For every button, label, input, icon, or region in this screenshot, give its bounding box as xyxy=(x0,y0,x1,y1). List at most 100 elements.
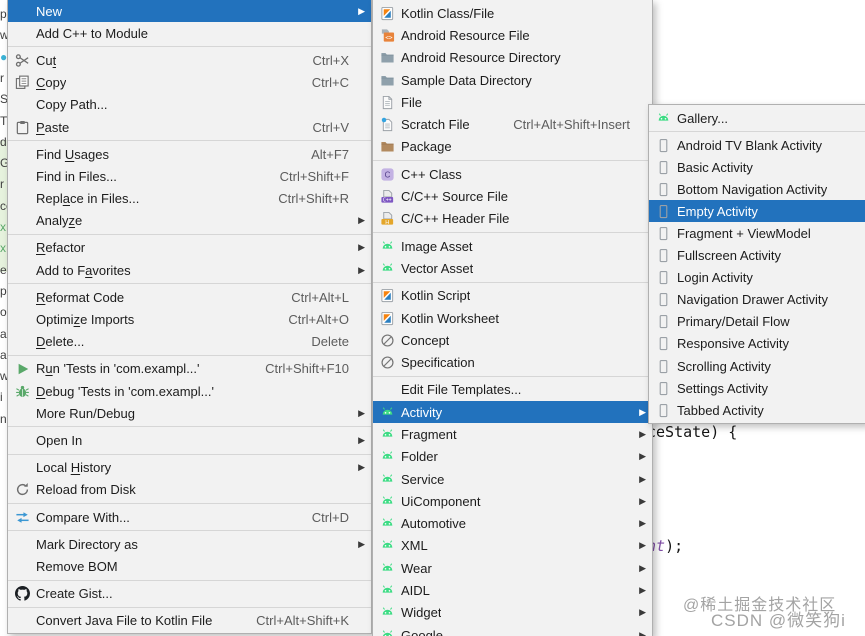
menu-item-run-tests-in-com-exampl[interactable]: Run 'Tests in 'com.exampl...' Ctrl+Shift+… xyxy=(8,358,371,380)
menu-item-debug-tests-in-com-exampl[interactable]: Debug 'Tests in 'com.exampl...' xyxy=(8,380,371,402)
menu-item-optimize-imports[interactable]: Optimize Imports Ctrl+Alt+O xyxy=(8,308,371,330)
menu-item-refactor[interactable]: Refactor ▶ xyxy=(8,237,371,259)
menu-item-google[interactable]: Google ▶ xyxy=(373,624,652,636)
menu-item-local-history[interactable]: Local History ▶ xyxy=(8,457,371,479)
menu-item-cut[interactable]: Cut Ctrl+X xyxy=(8,49,371,71)
menu-item-label: AIDL xyxy=(401,583,430,599)
activity-tpl-icon xyxy=(655,226,672,242)
menu-item-remove-bom[interactable]: Remove BOM xyxy=(8,555,371,577)
menu-item-compare-with[interactable]: Compare With... Ctrl+D xyxy=(8,506,371,528)
menu-item-add-to-favorites[interactable]: Add to Favorites ▶ xyxy=(8,259,371,281)
android-icon xyxy=(379,238,396,254)
menu-item-kotlin-worksheet[interactable]: Kotlin Worksheet xyxy=(373,307,652,329)
menu-item-fragment[interactable]: Fragment ▶ xyxy=(373,423,652,445)
menu-item-label: Wear xyxy=(401,560,432,576)
menu-item-shortcut: Ctrl+Alt+L xyxy=(291,289,349,305)
submenu-arrow-icon: ▶ xyxy=(358,5,365,16)
menu-item-find-usages[interactable]: Find Usages Alt+F7 xyxy=(8,143,371,165)
menu-item-label: Android Resource File xyxy=(401,27,530,43)
menu-item-reload-from-disk[interactable]: Reload from Disk xyxy=(8,479,371,501)
menu-separator xyxy=(373,231,652,233)
menu-item-gallery[interactable]: Gallery... xyxy=(649,107,865,129)
menu-item-package[interactable]: Package xyxy=(373,136,652,158)
activity-tpl-icon xyxy=(655,314,672,330)
menu-separator xyxy=(649,131,865,133)
menu-item-navigation-drawer-activity[interactable]: Navigation Drawer Activity xyxy=(649,289,865,311)
menu-item-concept[interactable]: Concept xyxy=(373,329,652,351)
menu-item-settings-activity[interactable]: Settings Activity xyxy=(649,377,865,399)
menu-item-copy-path[interactable]: Copy Path... xyxy=(8,94,371,116)
menu-item-bottom-navigation-activity[interactable]: Bottom Navigation Activity xyxy=(649,178,865,200)
menu-item-find-in-files[interactable]: Find in Files... Ctrl+Shift+F xyxy=(8,165,371,187)
menu-item-delete[interactable]: Delete... Delete xyxy=(8,331,371,353)
menu-item-open-in[interactable]: Open In ▶ xyxy=(8,429,371,451)
menu-separator xyxy=(8,530,371,532)
cut-icon xyxy=(14,52,31,68)
menu-item-more-run-debug[interactable]: More Run/Debug ▶ xyxy=(8,402,371,424)
menu-item-service[interactable]: Service ▶ xyxy=(373,468,652,490)
menu-item-basic-activity[interactable]: Basic Activity xyxy=(649,156,865,178)
reload-icon xyxy=(14,482,31,498)
menu-item-analyze[interactable]: Analyze ▶ xyxy=(8,210,371,232)
menu-item-responsive-activity[interactable]: Responsive Activity xyxy=(649,333,865,355)
menu-item-new[interactable]: New ▶ xyxy=(8,0,371,23)
menu-item-wear[interactable]: Wear ▶ xyxy=(373,557,652,579)
menu-item-label: Compare With... xyxy=(36,509,130,525)
menu-item-c-class[interactable]: C C++ Class xyxy=(373,163,652,185)
menu-item-image-asset[interactable]: Image Asset xyxy=(373,235,652,257)
menu-item-add-c-to-module[interactable]: Add C++ to Module xyxy=(8,22,371,44)
menu-item-android-tv-blank-activity[interactable]: Android TV Blank Activity xyxy=(649,134,865,156)
submenu-arrow-icon: ▶ xyxy=(639,607,646,618)
debug-icon xyxy=(14,383,31,399)
menu-item-label: Run 'Tests in 'com.exampl...' xyxy=(36,361,200,377)
menu-item-replace-in-files[interactable]: Replace in Files... Ctrl+Shift+R xyxy=(8,188,371,210)
file-icon xyxy=(379,94,396,110)
android-res-icon: <> xyxy=(379,27,396,43)
menu-item-label: Find in Files... xyxy=(36,168,117,184)
menu-item-kotlin-script[interactable]: Kotlin Script xyxy=(373,285,652,307)
submenu-arrow-icon: ▶ xyxy=(639,473,646,484)
menu-item-create-gist[interactable]: Create Gist... xyxy=(8,583,371,605)
menu-item-c-c-source-file[interactable]: C++ C/C++ Source File xyxy=(373,185,652,207)
menu-item-copy[interactable]: Copy Ctrl+C xyxy=(8,72,371,94)
menu-item-xml[interactable]: XML ▶ xyxy=(373,535,652,557)
menu-item-c-c-header-file[interactable]: H C/C++ Header File xyxy=(373,208,652,230)
menu-item-aidl[interactable]: AIDL ▶ xyxy=(373,579,652,601)
menu-item-shortcut: Ctrl+Alt+Shift+Insert xyxy=(513,117,630,133)
menu-item-scrolling-activity[interactable]: Scrolling Activity xyxy=(649,355,865,377)
menu-item-automotive[interactable]: Automotive ▶ xyxy=(373,513,652,535)
menu-item-folder[interactable]: Folder ▶ xyxy=(373,446,652,468)
menu-item-edit-file-templates[interactable]: Edit File Templates... xyxy=(373,379,652,401)
menu-item-reformat-code[interactable]: Reformat Code Ctrl+Alt+L xyxy=(8,286,371,308)
menu-item-android-resource-directory[interactable]: Android Resource Directory xyxy=(373,47,652,69)
activity-tpl-icon xyxy=(655,358,672,374)
menu-item-convert-java-file-to-kotlin-file[interactable]: Convert Java File to Kotlin File Ctrl+Alt… xyxy=(8,610,371,632)
submenu-arrow-icon: ▶ xyxy=(358,538,365,549)
menu-item-kotlin-class-file[interactable]: Kotlin Class/File xyxy=(373,2,652,24)
menu-item-activity[interactable]: Activity ▶ xyxy=(373,401,652,424)
menu-item-label: Reload from Disk xyxy=(36,482,136,498)
menu-item-tabbed-activity[interactable]: Tabbed Activity xyxy=(649,399,865,421)
context-menu: New ▶ Add C++ to Module Cut Ctrl+X Copy Ctrl+C… xyxy=(7,0,372,634)
menu-item-fullscreen-activity[interactable]: Fullscreen Activity xyxy=(649,245,865,267)
menu-item-mark-directory-as[interactable]: Mark Directory as ▶ xyxy=(8,533,371,555)
submenu-arrow-icon: ▶ xyxy=(639,451,646,462)
menu-item-paste[interactable]: Paste Ctrl+V xyxy=(8,116,371,138)
menu-item-login-activity[interactable]: Login Activity xyxy=(649,267,865,289)
folder-icon xyxy=(379,50,396,66)
menu-item-label: Paste xyxy=(36,119,70,135)
android-icon xyxy=(379,404,396,420)
menu-item-label: Google xyxy=(401,627,443,636)
menu-item-empty-activity[interactable]: Empty Activity xyxy=(649,200,865,223)
menu-item-vector-asset[interactable]: Vector Asset xyxy=(373,257,652,279)
menu-item-scratch-file[interactable]: Scratch File Ctrl+Alt+Shift+Insert xyxy=(373,113,652,135)
icon-spacer xyxy=(14,262,31,278)
menu-item-android-resource-file[interactable]: <> Android Resource File xyxy=(373,24,652,46)
menu-item-specification[interactable]: Specification xyxy=(373,351,652,373)
menu-item-primary-detail-flow[interactable]: Primary/Detail Flow xyxy=(649,311,865,333)
menu-item-widget[interactable]: Widget ▶ xyxy=(373,602,652,624)
menu-item-fragment-viewmodel[interactable]: Fragment + ViewModel xyxy=(649,222,865,244)
menu-item-uicomponent[interactable]: UiComponent ▶ xyxy=(373,490,652,512)
menu-item-sample-data-directory[interactable]: Sample Data Directory xyxy=(373,69,652,91)
menu-item-file[interactable]: File xyxy=(373,91,652,113)
